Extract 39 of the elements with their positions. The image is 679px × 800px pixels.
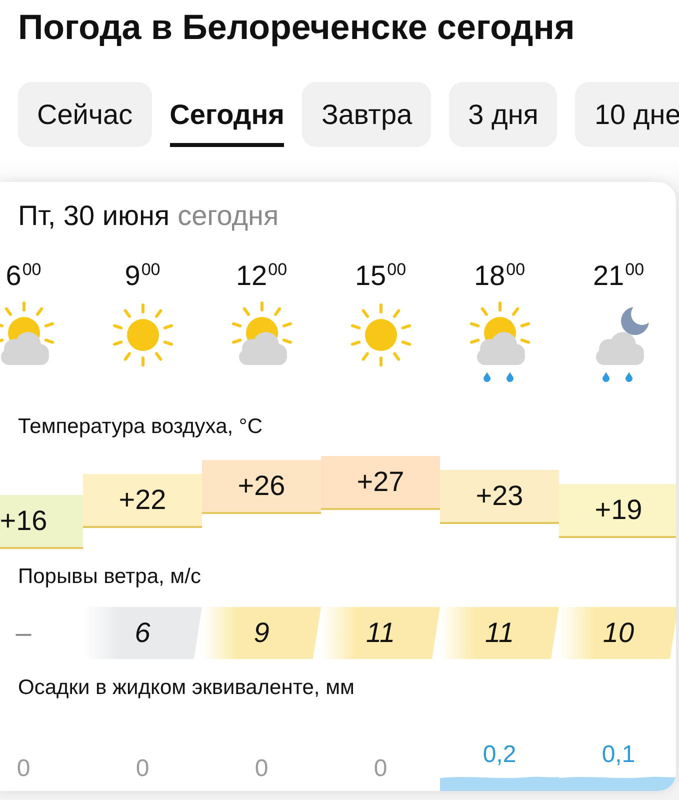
precipitation-value: 0 [16, 755, 30, 783]
tab[interactable]: 3 дня [449, 82, 558, 147]
tab[interactable]: Сегодня [170, 82, 284, 147]
time-label: 6$^{00}$ [6, 261, 42, 291]
precipitation-value: 0 [374, 755, 388, 783]
sun-cloud-rain-icon [468, 301, 532, 382]
temperature-bar: +16 [0, 495, 83, 550]
page-title: Погода в Белореченске сегодня [17, 7, 576, 48]
temperature-bar: +27 [321, 456, 440, 510]
temperature-bar: +22 [83, 474, 202, 528]
precipitation-value: 0,2 [482, 741, 516, 769]
wind-bar: 10 [559, 607, 676, 659]
temperature-label: Температура воздуха, °C [17, 415, 262, 439]
time-label: 15$^{00}$ [354, 261, 406, 291]
temperature-bar: +19 [559, 484, 676, 538]
day-label: сегодня [178, 201, 279, 231]
tab[interactable]: Завтра [302, 82, 432, 147]
time-label: 12$^{00}$ [236, 261, 288, 291]
precipitation-label: Осадки в жидком эквиваленте, мм [17, 676, 354, 700]
wind-bar: 11 [321, 607, 440, 659]
moon-cloud-rain-icon [594, 306, 650, 383]
precipitation-value: 0 [136, 755, 150, 783]
temperature-bar: +23 [440, 470, 559, 524]
time-label: 9$^{00}$ [124, 261, 160, 291]
sun-icon [110, 303, 174, 367]
date-label: Пт, 30 июня [18, 201, 170, 231]
sun-cloud-icon [230, 301, 294, 365]
wind-value: – [16, 617, 32, 649]
sun-icon [348, 303, 412, 367]
tab[interactable]: Сейчас [18, 82, 152, 147]
wind-bar: 11 [440, 607, 559, 659]
temperature-bar: +26 [202, 460, 321, 514]
time-label: 18$^{00}$ [474, 261, 526, 291]
precipitation-value: 0,1 [602, 741, 636, 769]
time-label: 21$^{00}$ [592, 261, 644, 291]
wind-bar: 9 [202, 607, 321, 659]
wind-label: Порывы ветра, м/с [17, 565, 201, 589]
precipitation-value: 0 [254, 755, 268, 783]
sun-cloud-icon [0, 301, 56, 365]
